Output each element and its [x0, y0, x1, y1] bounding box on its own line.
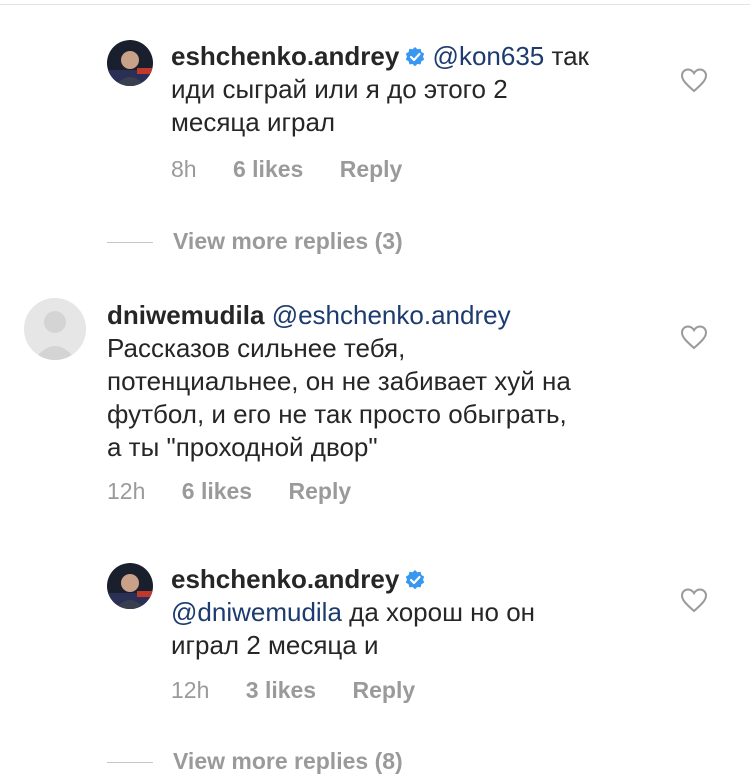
comment-line: месяца играл — [171, 107, 336, 137]
divider-line — [107, 242, 153, 244]
heart-outline-icon[interactable] — [680, 67, 708, 93]
reply-button[interactable]: Reply — [289, 478, 352, 505]
likes-count[interactable]: 6 likes — [233, 156, 303, 183]
likes-count[interactable]: 3 likes — [246, 677, 316, 704]
likes-count[interactable]: 6 likes — [182, 478, 252, 505]
comment-text: eshchenko.andrey @kon635 так иди сыграй … — [171, 40, 651, 139]
comment-meta: 8h 6 likes Reply — [171, 156, 402, 183]
comment-line: потенциальнее, он не забивает хуй на — [107, 366, 571, 396]
timestamp: 12h — [171, 677, 210, 703]
timestamp: 12h — [107, 478, 146, 504]
view-more-label: View more replies (8) — [173, 748, 403, 774]
verified-badge-icon — [406, 570, 425, 590]
mention-link[interactable]: @eshchenko.andrey — [272, 300, 511, 330]
comment-line: да хорош но он — [349, 597, 536, 627]
reply-button[interactable]: Reply — [340, 156, 403, 183]
comment-text: eshchenko.andrey @dniwemudila да хорош н… — [171, 563, 651, 662]
comment-line: играл 2 месяца и — [171, 630, 379, 660]
view-more-replies-button[interactable]: View more replies (8) — [107, 748, 403, 775]
heart-outline-icon[interactable] — [680, 587, 708, 613]
profile-photo — [107, 563, 153, 609]
mention-link[interactable]: @dniwemudila — [171, 597, 342, 627]
comment-meta: 12h 3 likes Reply — [171, 677, 415, 704]
divider-line — [107, 762, 153, 764]
top-divider — [0, 4, 750, 5]
username[interactable]: dniwemudila — [107, 300, 264, 330]
avatar[interactable] — [107, 40, 153, 86]
comment-line: футбол, и его не так просто обыграть, — [107, 399, 567, 429]
view-more-label: View more replies (3) — [173, 228, 403, 254]
username[interactable]: eshchenko.andrey — [171, 41, 399, 71]
comment-meta: 12h 6 likes Reply — [107, 478, 351, 505]
profile-photo — [107, 40, 153, 86]
reply-button[interactable]: Reply — [353, 677, 416, 704]
avatar[interactable] — [24, 298, 86, 360]
default-avatar — [24, 298, 86, 360]
comment-line: иди сыграй или я до этого 2 — [171, 74, 508, 104]
comment-text: dniwemudila @eshchenko.andrey Рассказов … — [107, 299, 667, 464]
heart-outline-icon[interactable] — [680, 324, 708, 350]
username[interactable]: eshchenko.andrey — [171, 564, 399, 594]
verified-badge-icon — [406, 47, 425, 67]
view-more-replies-button[interactable]: View more replies (3) — [107, 228, 403, 255]
mention-link[interactable]: @kon635 — [433, 41, 545, 71]
comment-line: так — [551, 41, 589, 71]
avatar[interactable] — [107, 563, 153, 609]
comment-line: а ты "проходной двор" — [107, 432, 378, 462]
timestamp: 8h — [171, 156, 197, 182]
comment-line: Рассказов сильнее тебя, — [107, 333, 406, 363]
